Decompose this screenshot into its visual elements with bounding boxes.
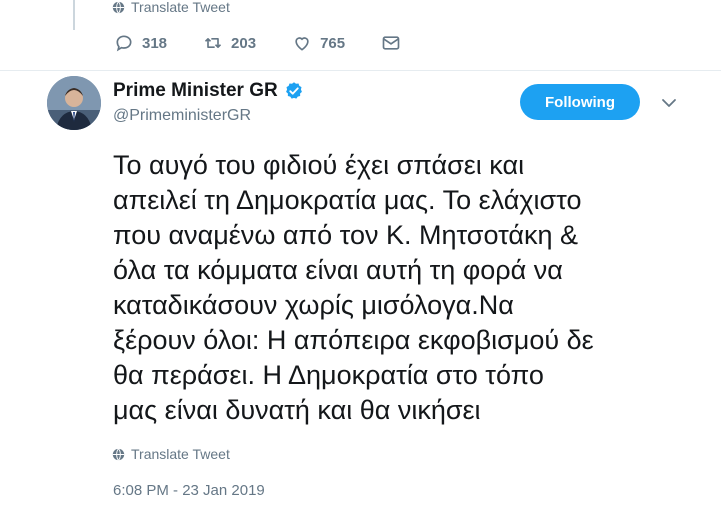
like-button[interactable]: 765 <box>292 33 345 53</box>
reply-button[interactable]: 318 <box>114 33 167 53</box>
translate-label: Translate Tweet <box>131 446 230 462</box>
tweet-timestamp[interactable]: 6:08 PM - 23 Jan 2019 <box>113 482 265 499</box>
translate-label: Translate Tweet <box>131 0 230 15</box>
reply-icon <box>116 35 132 52</box>
avatar[interactable] <box>47 76 101 130</box>
user-handle[interactable]: @PrimeministerGR <box>113 107 251 125</box>
direct-message-button[interactable] <box>381 33 401 53</box>
tweet-text: Το αυγό του φιδιού έχει σπάσει και απειλ… <box>113 150 594 425</box>
thread-connector-line <box>73 0 75 30</box>
verified-badge-icon <box>285 82 302 99</box>
tweet-actions-bar: 318 203 765 <box>114 33 437 53</box>
globe-icon <box>112 0 125 14</box>
retweet-icon <box>204 38 222 49</box>
author-name-row: Prime Minister GR <box>113 80 304 102</box>
following-button[interactable]: Following <box>520 84 640 120</box>
translate-tweet-link[interactable]: Translate Tweet <box>112 446 230 462</box>
like-count: 765 <box>320 34 346 52</box>
direct-message-icon <box>382 36 400 50</box>
reply-count: 318 <box>142 34 168 52</box>
retweet-count: 203 <box>231 34 257 52</box>
translate-tweet-link-previous[interactable]: Translate Tweet <box>112 0 230 15</box>
tweet-divider <box>0 70 721 71</box>
retweet-button[interactable]: 203 <box>203 33 256 53</box>
avatar-image <box>47 76 101 130</box>
chevron-down-icon[interactable] <box>661 95 677 111</box>
display-name[interactable]: Prime Minister GR <box>113 80 278 102</box>
like-icon <box>295 37 309 51</box>
globe-icon <box>112 447 125 461</box>
